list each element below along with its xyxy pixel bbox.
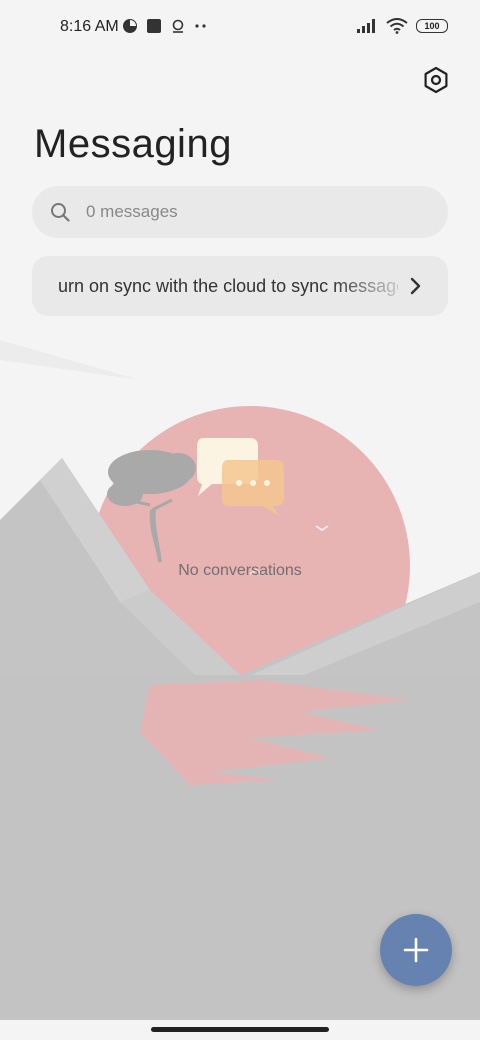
empty-state-text: No conversations [178,562,302,579]
chevron-right-icon [410,277,421,295]
search-icon [51,203,70,222]
signal-icon [357,19,375,33]
data-saver-icon [123,19,137,33]
square-notification-icon [147,19,161,33]
plus-icon [403,937,429,963]
status-bar: 8:16 AM 100 [0,0,480,56]
page-title: Messaging [34,122,232,166]
search-bar[interactable] [32,186,448,238]
wifi-icon [386,18,408,34]
status-icons-left [122,18,208,34]
status-icons-right: 100 [356,18,448,34]
home-indicator[interactable] [151,1027,329,1032]
sync-banner[interactable]: urn on sync with the cloud to sync messa… [32,256,448,316]
settings-hexagon-icon [424,66,448,94]
settings-button[interactable] [422,66,450,94]
sync-banner-fade [332,256,412,316]
new-conversation-button[interactable] [380,914,452,986]
more-dots-icon [195,24,206,28]
light-ray [0,340,140,380]
status-time: 8:16 AM [60,18,119,35]
location-icon [172,19,184,33]
battery-icon: 100 [416,19,448,33]
search-input[interactable] [84,201,408,223]
